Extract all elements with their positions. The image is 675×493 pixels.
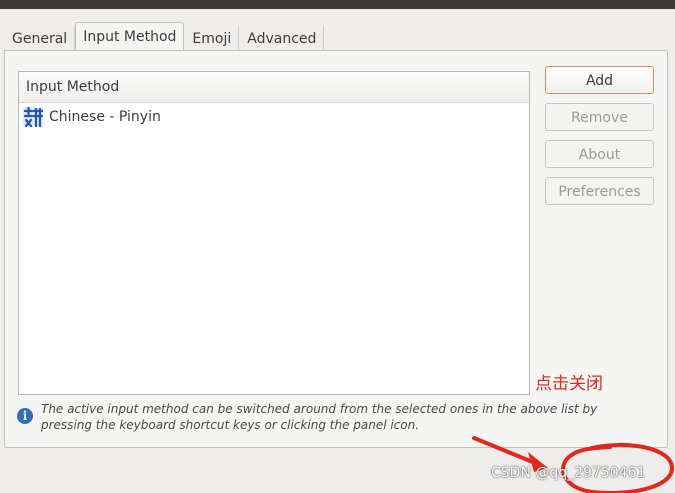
preferences-button[interactable]: Preferences [545, 177, 654, 205]
watermark: CSDN @qq_29750461 [491, 465, 646, 481]
info-message: i The active input method can be switche… [17, 401, 647, 433]
remove-button[interactable]: Remove [545, 103, 654, 131]
window-titlebar [0, 0, 675, 9]
button-column: Add Remove About Preferences [545, 66, 655, 214]
about-button[interactable]: About [545, 140, 654, 168]
list-column-header[interactable]: Input Method [19, 72, 529, 103]
info-icon: i [17, 408, 33, 424]
annotation-text: 点击关闭 [535, 374, 603, 394]
input-method-list[interactable]: Input Method Chinese - Pinyin [18, 71, 530, 395]
pinyin-icon [21, 105, 45, 129]
add-button[interactable]: Add [545, 66, 654, 94]
info-text: The active input method can be switched … [41, 402, 598, 432]
list-item[interactable]: Chinese - Pinyin [19, 104, 529, 130]
tab-general[interactable]: General [4, 25, 76, 51]
tab-advanced[interactable]: Advanced [239, 25, 325, 51]
list-item-label: Chinese - Pinyin [49, 109, 161, 125]
tab-input-method[interactable]: Input Method [75, 22, 185, 51]
tab-emoji[interactable]: Emoji [184, 25, 240, 51]
tab-bar: General Input Method Emoji Advanced [4, 22, 325, 51]
